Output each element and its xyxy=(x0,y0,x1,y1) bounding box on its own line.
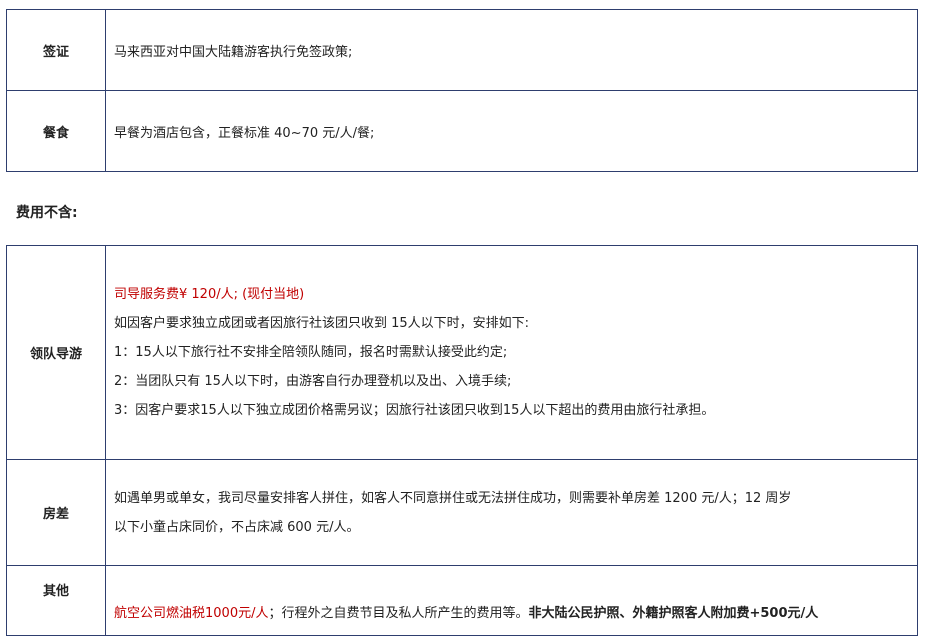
room-line-2: 以下小童占床同价，不占床减 600 元/人。 xyxy=(114,519,360,535)
meals-row: 餐食 早餐为酒店包含，正餐标准 40~70 元/人/餐; xyxy=(6,90,918,172)
guide-content: 司导服务费¥ 120/人; (现付当地) 如因客户要求独立成团或者因旅行社该团只… xyxy=(105,245,918,460)
guide-line-2: 1：15人以下旅行社不安排全陪领队随同，报名时需默认接受此约定; xyxy=(114,345,508,360)
room-row: 房差 如遇单男或单女，我司尽量安排客人拼住，如客人不同意拼住或无法拼住成功，则需… xyxy=(6,459,918,566)
guide-line-3: 2：当团队只有 15人以下时，由游客自行办理登机以及出、入境手续; xyxy=(114,374,512,389)
guide-line-1: 如因客户要求独立成团或者因旅行社该团只收到 15人以下时，安排如下: xyxy=(114,316,530,331)
room-line-1: 如遇单男或单女，我司尽量安排客人拼住，如客人不同意拼住或无法拼住成功，则需要补单… xyxy=(114,490,792,506)
guide-label: 领队导游 xyxy=(6,245,106,460)
visa-label: 签证 xyxy=(6,9,106,91)
passport-surcharge-text: 非大陆公民护照、外籍护照客人附加费+500元/人 xyxy=(528,606,819,621)
visa-text: 马来西亚对中国大陆籍游客执行免签政策; xyxy=(105,9,918,91)
fuel-surcharge-text: 航空公司燃油税1000元/人 xyxy=(114,606,269,621)
room-content: 如遇单男或单女，我司尽量安排客人拼住，如客人不同意拼住或无法拼住成功，则需要补单… xyxy=(105,459,918,566)
visa-row: 签证 马来西亚对中国大陆籍游客执行免签政策; xyxy=(6,9,918,91)
other-row: 其他 航空公司燃油税1000元/人；行程外之自费节目及私人所产生的费用等。非大陆… xyxy=(6,565,918,636)
included-table: 签证 马来西亚对中国大陆籍游客执行免签政策; 餐食 早餐为酒店包含，正餐标准 4… xyxy=(6,9,918,172)
other-text: 航空公司燃油税1000元/人；行程外之自费节目及私人所产生的费用等。非大陆公民护… xyxy=(114,602,911,621)
section-heading: 费用不含: xyxy=(16,205,78,221)
room-label: 房差 xyxy=(6,459,106,566)
guide-row: 领队导游 司导服务费¥ 120/人; (现付当地) 如因客户要求独立成团或者因旅… xyxy=(6,245,918,460)
excluded-table: 领队导游 司导服务费¥ 120/人; (现付当地) 如因客户要求独立成团或者因旅… xyxy=(6,245,918,636)
other-label: 其他 xyxy=(6,565,106,636)
guide-fee-text: 司导服务费¥ 120/人; (现付当地) xyxy=(114,287,305,302)
other-normal-text: ；行程外之自费节目及私人所产生的费用等。 xyxy=(268,606,529,621)
meals-label: 餐食 xyxy=(6,90,106,172)
other-content: 航空公司燃油税1000元/人；行程外之自费节目及私人所产生的费用等。非大陆公民护… xyxy=(105,565,918,636)
meals-text: 早餐为酒店包含，正餐标准 40~70 元/人/餐; xyxy=(105,90,918,172)
guide-line-4: 3：因客户要求15人以下独立成团价格需另议；因旅行社该团只收到15人以下超出的费… xyxy=(114,403,715,418)
